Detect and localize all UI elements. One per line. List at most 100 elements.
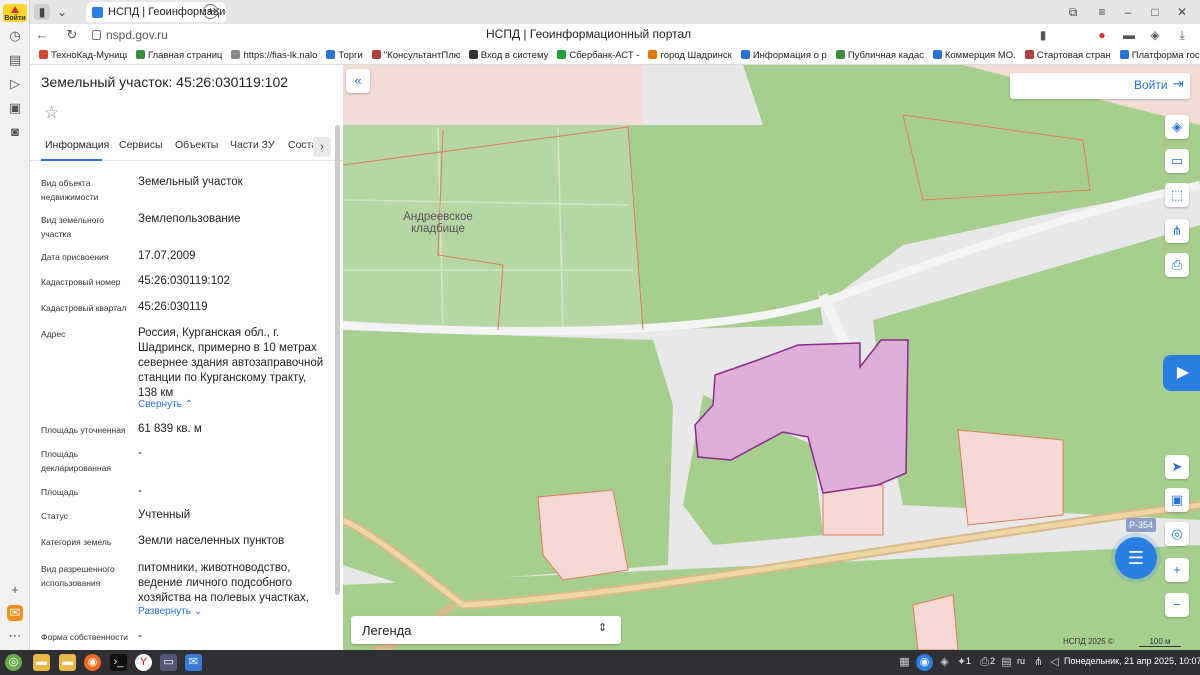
geolocation-icon[interactable]: ➤ bbox=[1165, 455, 1189, 479]
bookmark-item[interactable]: "КонсультантПлю bbox=[371, 46, 460, 64]
rail-settings-icon[interactable]: ⋯ bbox=[7, 628, 23, 644]
start-menu-icon[interactable]: ◎ bbox=[5, 654, 22, 671]
expand-link[interactable]: Развернуть ⌄ bbox=[138, 606, 202, 617]
mail-icon[interactable]: ✉ bbox=[185, 654, 202, 671]
browser-menu-icon[interactable]: ≡ bbox=[1094, 4, 1110, 20]
share-icon[interactable]: ⋔ bbox=[1165, 219, 1189, 243]
tabs-next-arrow-icon[interactable]: › bbox=[313, 137, 331, 157]
bookmark-item[interactable]: Вход в систему bbox=[468, 46, 548, 64]
bookmark-label: город Шадринск bbox=[660, 50, 732, 61]
lock-icon bbox=[92, 30, 101, 40]
row-value: - bbox=[138, 630, 142, 642]
map-canvas[interactable] bbox=[343, 65, 1200, 650]
terminal-icon[interactable]: ›_ bbox=[110, 654, 127, 671]
usage-value: питомники, животноводство, ведение лично… bbox=[138, 562, 309, 604]
files-icon[interactable]: ▬ bbox=[33, 654, 50, 671]
download-icon[interactable]: ⤓ bbox=[1174, 27, 1190, 43]
legend-panel[interactable]: Легенда ⇕ bbox=[351, 616, 621, 644]
support-badge-icon[interactable]: ▶ bbox=[1163, 355, 1200, 391]
browser-side-rail: Войти ◷ ▤ ▷ ▣ ◙ + ✉ ⋯ bbox=[0, 0, 30, 650]
zoom-out-button[interactable]: − bbox=[1165, 593, 1189, 617]
bookmark-label: https://fias-lk.nalo bbox=[243, 50, 318, 61]
history-icon[interactable]: ◷ bbox=[7, 28, 23, 44]
collections-icon[interactable]: ▤ bbox=[7, 52, 23, 68]
tab-information[interactable]: Информация bbox=[45, 139, 109, 151]
select-area-icon[interactable]: ⬚ bbox=[1165, 183, 1189, 207]
window-icon[interactable]: ▭ bbox=[160, 654, 177, 671]
tray-sync-icon[interactable]: ◉ bbox=[916, 654, 933, 671]
maximize-icon[interactable]: □ bbox=[1147, 4, 1163, 20]
bookmark-item[interactable]: Коммерция МО. bbox=[932, 46, 1016, 64]
map-view[interactable]: Андреевское кладбище Р-354 « Войти ⇥ ◈ ▭… bbox=[343, 65, 1200, 650]
bookmark-item[interactable]: https://fias-lk.nalo bbox=[231, 46, 318, 64]
print-icon[interactable]: ⎙ bbox=[1165, 253, 1189, 277]
tab-menu-chevron-icon[interactable]: ⌄ bbox=[54, 4, 70, 20]
bookmark-label: Сбербанк-АСТ - bbox=[569, 50, 640, 61]
login-button[interactable]: Войти ⇥ bbox=[1010, 73, 1190, 99]
bookmark-item[interactable]: Информация о р bbox=[740, 46, 827, 64]
mail-app-icon[interactable]: ✉ bbox=[7, 605, 23, 621]
tab-group-icon[interactable]: ▮ bbox=[34, 4, 50, 20]
bookmark-item[interactable]: Торги bbox=[326, 46, 363, 64]
zoom-in-button[interactable]: + bbox=[1165, 558, 1189, 582]
bookmark-favicon-icon bbox=[326, 50, 336, 59]
url-field[interactable]: nspd.gov.ru bbox=[90, 26, 210, 44]
bookmark-item[interactable]: Публичная кадас bbox=[835, 46, 924, 64]
row-label: Вид земельного участка bbox=[41, 215, 105, 239]
back-icon[interactable]: ← bbox=[34, 27, 50, 43]
profile-icon[interactable]: ● bbox=[1094, 27, 1110, 43]
tray-clipboard-icon[interactable]: ▤ bbox=[998, 654, 1015, 671]
map-copyright: НСПД 2025 © bbox=[1063, 637, 1114, 646]
shield-icon[interactable]: ◈ bbox=[1147, 27, 1163, 43]
folder-icon[interactable]: ▬ bbox=[59, 654, 76, 671]
cadastre-plot bbox=[957, 429, 1064, 526]
bookmark-label: Информация о р bbox=[752, 50, 827, 61]
collapse-link[interactable]: Свернуть ⌃ bbox=[138, 399, 193, 410]
workspace-2[interactable]: 2 bbox=[990, 656, 995, 666]
bookmark-item[interactable]: ТехноКад-Муници bbox=[39, 46, 127, 64]
extensions-icon[interactable]: ⧉ bbox=[1065, 4, 1081, 20]
downloads-icon[interactable]: ▣ bbox=[7, 100, 23, 116]
panel-scrollbar[interactable] bbox=[335, 125, 340, 595]
bookmark-label: Стартовая стран bbox=[1036, 50, 1111, 61]
chat-icon[interactable]: ☰ bbox=[1115, 537, 1157, 579]
close-window-icon[interactable]: ✕ bbox=[1174, 4, 1190, 20]
tab-parts[interactable]: Части ЗУ bbox=[230, 139, 275, 151]
screenshot-icon[interactable]: ◙ bbox=[7, 124, 23, 140]
bookmark-item[interactable]: Главная страниц bbox=[136, 46, 222, 64]
add-panel-icon[interactable]: + bbox=[7, 582, 23, 598]
yandex-browser-icon[interactable]: Y bbox=[135, 654, 152, 671]
bookmark-label: Платформа госу bbox=[1131, 50, 1200, 61]
ruler-icon[interactable]: ▭ bbox=[1165, 149, 1189, 173]
bookmark-item[interactable]: Платформа госу bbox=[1119, 46, 1200, 64]
keyboard-layout[interactable]: ru bbox=[1017, 656, 1025, 666]
collapse-panel-button[interactable]: « bbox=[346, 69, 370, 93]
status-value: Учтенный bbox=[138, 509, 191, 521]
firefox-icon[interactable]: ◉ bbox=[84, 654, 101, 671]
tray-app-icon[interactable]: ▦ bbox=[896, 654, 913, 671]
favorite-star-icon[interactable]: ☆ bbox=[44, 103, 59, 123]
minimap-icon[interactable]: ▣ bbox=[1165, 488, 1189, 512]
tab-services[interactable]: Сервисы bbox=[119, 139, 163, 151]
vpn-icon[interactable]: ▬ bbox=[1121, 27, 1137, 43]
minimize-icon[interactable]: – bbox=[1120, 4, 1136, 20]
bookmark-item[interactable]: Сбербанк-АСТ - bbox=[557, 46, 640, 64]
rail-login-button[interactable]: Войти bbox=[3, 4, 27, 22]
media-icon[interactable]: ▷ bbox=[7, 76, 23, 92]
row-label: Статус bbox=[41, 511, 68, 521]
reload-icon[interactable]: ↻ bbox=[64, 27, 80, 43]
tab-objects[interactable]: Объекты bbox=[175, 139, 218, 151]
bookmark-favicon-icon bbox=[932, 50, 942, 59]
workspace-1[interactable]: 1 bbox=[966, 656, 971, 666]
row-label: Форма собственности bbox=[41, 632, 128, 642]
network-icon[interactable]: ⋔ bbox=[1030, 654, 1047, 671]
location-search-icon[interactable]: ◎ bbox=[1165, 522, 1189, 546]
bookmark-icon[interactable]: ▮ bbox=[1035, 27, 1051, 43]
volume-icon[interactable]: ◁ bbox=[1046, 654, 1063, 671]
clock[interactable]: Понедельник, 21 апр 2025, 10:07 bbox=[1064, 656, 1200, 666]
layers-icon[interactable]: ◈ bbox=[1165, 115, 1189, 139]
tray-shield-icon[interactable]: ◈ bbox=[936, 654, 953, 671]
bookmark-item[interactable]: город Шадринск bbox=[648, 46, 732, 64]
new-tab-button[interactable]: + bbox=[203, 4, 218, 19]
bookmark-item[interactable]: Стартовая стран bbox=[1024, 46, 1111, 64]
